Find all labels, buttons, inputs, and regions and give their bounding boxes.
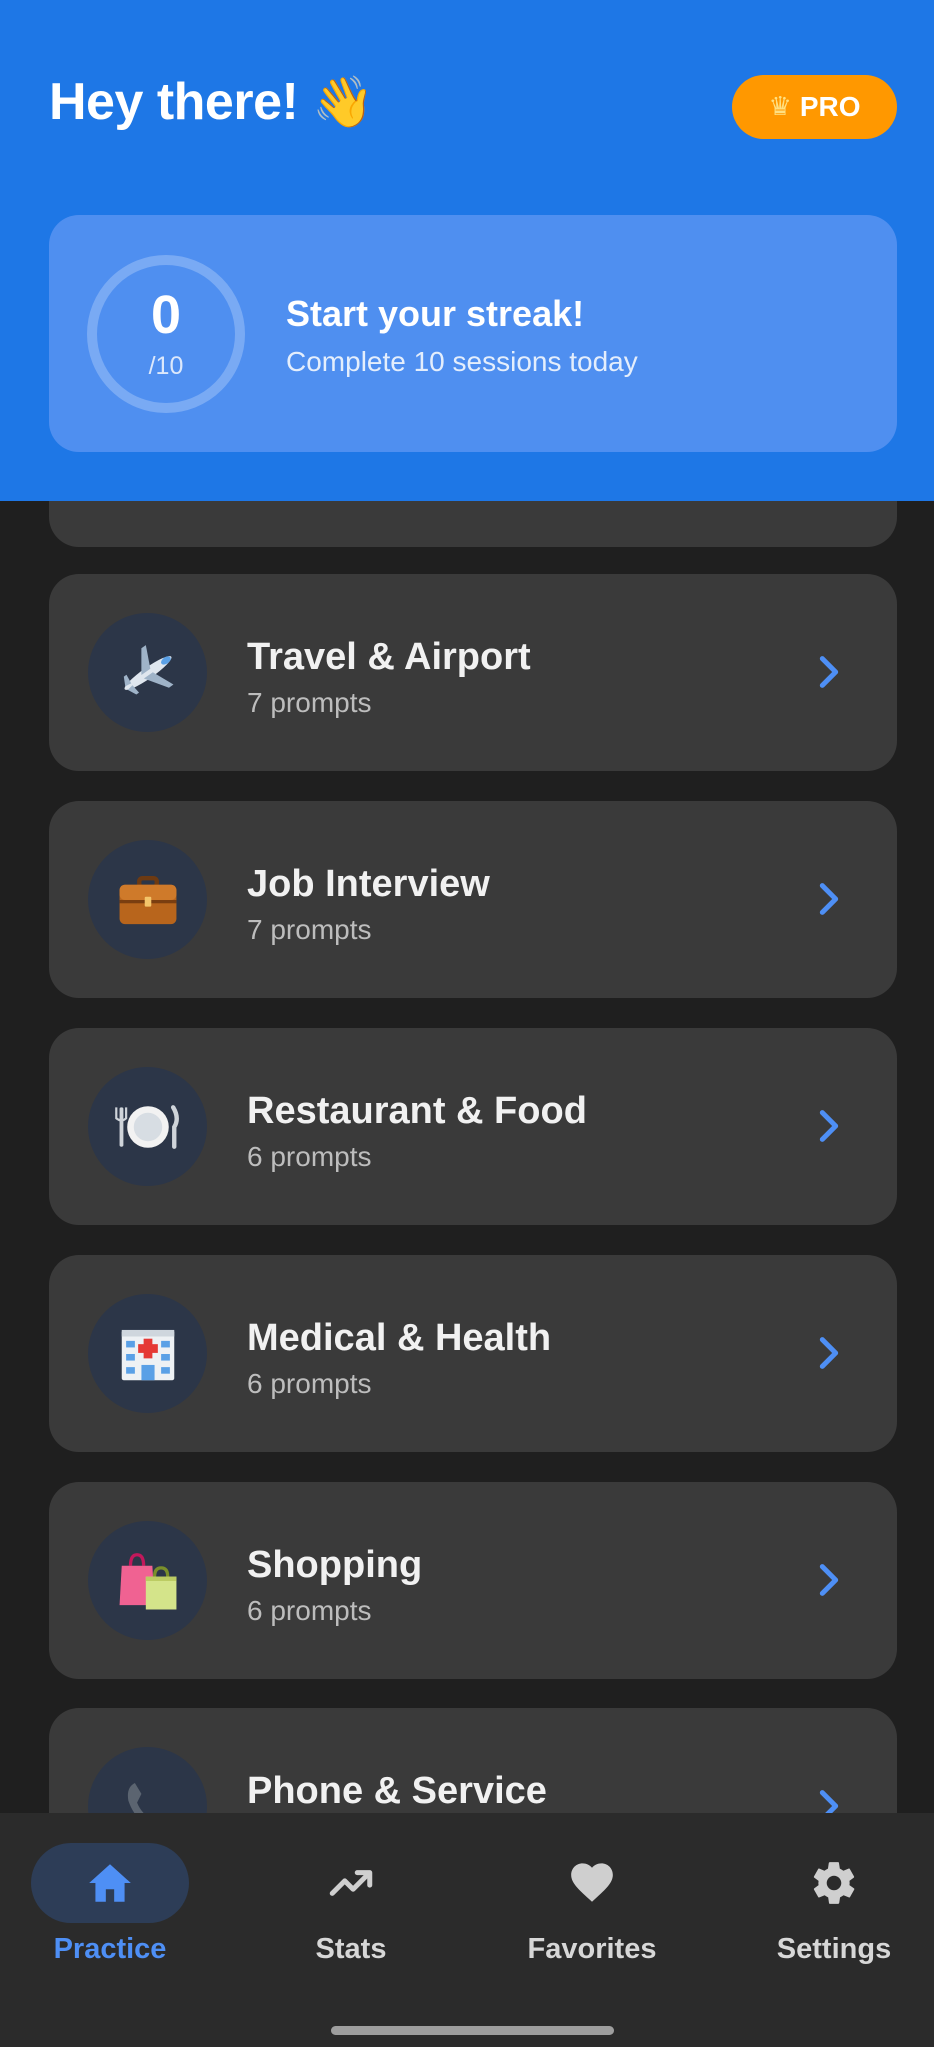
nav-pill — [755, 1843, 913, 1923]
category-title: Medical & Health — [247, 1317, 552, 1359]
category-title: Phone & Service — [247, 1770, 547, 1812]
nav-label: Stats — [315, 1933, 387, 1965]
nav-pill — [513, 1843, 671, 1923]
category-title: Job Interview — [247, 863, 490, 905]
plate-icon — [88, 1067, 207, 1186]
chevron-right-icon — [809, 879, 849, 919]
crown-icon: ♛ — [768, 92, 792, 122]
category-title: Shopping — [247, 1544, 423, 1586]
streak-card: 0 /10 Start your streak! Complete 10 ses… — [49, 215, 897, 452]
nav-stats[interactable]: Stats — [251, 1843, 451, 1973]
category-card-phone[interactable]: Phone & Service — [49, 1708, 897, 1813]
chevron-right-icon — [809, 1333, 849, 1373]
nav-favorites[interactable]: Favorites — [492, 1843, 692, 1973]
greeting-text: Hey there! — [49, 73, 299, 131]
chevron-right-icon — [809, 652, 849, 692]
trending-up-icon — [329, 1870, 373, 1896]
nav-pill — [272, 1843, 430, 1923]
hospital-icon — [88, 1294, 207, 1413]
practice-screen: Travel & Airport 7 prompts Job Interview… — [0, 0, 934, 2047]
category-card-travel[interactable]: Travel & Airport 7 prompts — [49, 574, 897, 771]
greeting: Hey there! 👋 — [49, 72, 375, 132]
streak-progress-ring: 0 /10 — [87, 255, 245, 413]
nav-label: Settings — [776, 1933, 892, 1965]
header: Hey there! 👋 ♛ PRO 0 /10 Start your stre… — [0, 0, 934, 501]
nav-settings[interactable]: Settings — [734, 1843, 934, 1973]
category-card-medical[interactable]: Medical & Health 6 prompts — [49, 1255, 897, 1452]
category-prompt-count: 6 prompts — [247, 1141, 372, 1172]
category-card-shopping[interactable]: Shopping 6 prompts — [49, 1482, 897, 1679]
category-title: Restaurant & Food — [247, 1090, 587, 1132]
streak-count: 0 — [150, 284, 182, 345]
nav-label: Practice — [53, 1933, 167, 1965]
category-prompt-count: 6 prompts — [247, 1368, 372, 1399]
heart-icon — [571, 1863, 613, 1902]
airplane-icon — [88, 613, 207, 732]
home-indicator[interactable] — [331, 2026, 614, 2035]
pro-badge-button[interactable]: ♛ PRO — [732, 75, 897, 139]
phone-icon — [88, 1747, 207, 1813]
chevron-right-icon — [809, 1106, 849, 1146]
streak-subtitle: Complete 10 sessions today — [286, 346, 638, 377]
gear-icon — [813, 1862, 855, 1904]
pro-label: PRO — [799, 91, 861, 122]
bottom-navigation: Practice Stats Favorites Settings — [0, 1813, 934, 2047]
briefcase-icon — [88, 840, 207, 959]
nav-label: Favorites — [527, 1933, 657, 1965]
home-icon — [89, 1864, 131, 1902]
category-title: Travel & Airport — [247, 636, 531, 678]
streak-title: Start your streak! — [286, 293, 585, 334]
shopping-bags-icon — [88, 1521, 207, 1640]
category-prompt-count: 7 prompts — [247, 914, 372, 945]
category-prompt-count: 7 prompts — [247, 687, 372, 718]
category-prompt-count: 6 prompts — [247, 1595, 372, 1626]
nav-pill — [31, 1843, 189, 1923]
category-card-restaurant[interactable]: Restaurant & Food 6 prompts — [49, 1028, 897, 1225]
category-card-job-interview[interactable]: Job Interview 7 prompts — [49, 801, 897, 998]
chevron-right-icon — [809, 1560, 849, 1600]
waving-hand-icon: 👋 — [312, 72, 375, 131]
nav-practice[interactable]: Practice — [10, 1843, 210, 1973]
streak-total: /10 — [148, 351, 184, 380]
chevron-right-icon — [809, 1786, 849, 1813]
